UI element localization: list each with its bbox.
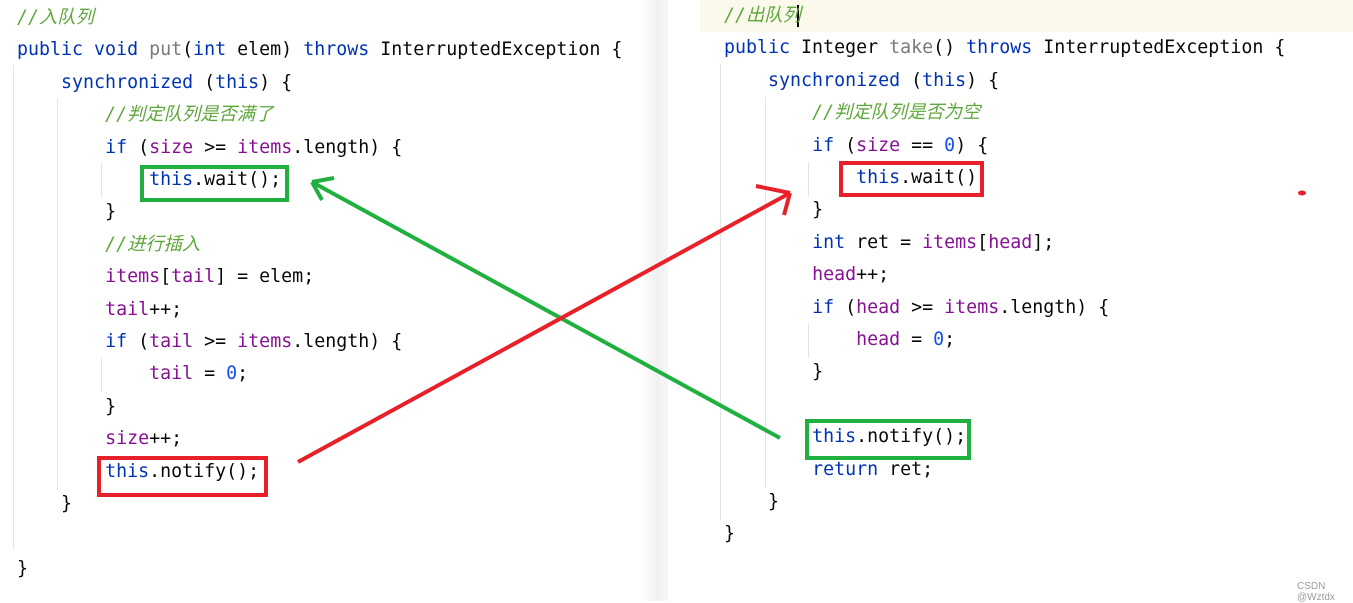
annotation-arrows (297, 176, 1306, 464)
red-arrow (297, 184, 792, 464)
watermark: CSDN @Wztdx (1297, 581, 1335, 603)
red-dot-mark (1298, 190, 1306, 196)
green-arrow (310, 176, 781, 440)
